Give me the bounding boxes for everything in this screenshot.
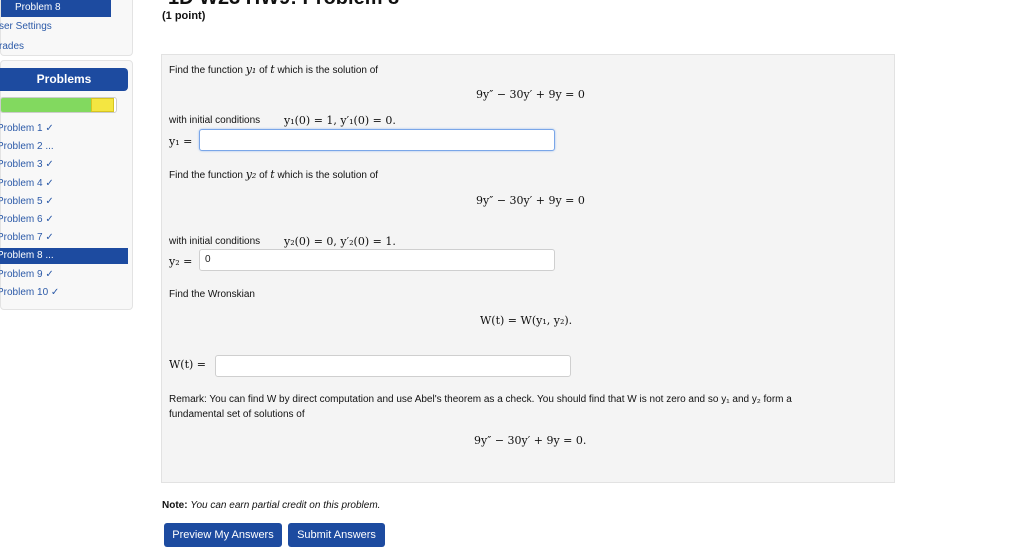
wronskian-prompt: Find the Wronskian [169,289,255,300]
sidebar-top-panel: Problem 8 ser Settings rades [0,0,133,56]
problem-list-item[interactable]: Problem 4 ✓ [0,176,128,192]
wronskian-equation: W(t) = W(y₁, y₂). [480,314,573,327]
remark-line-1: Remark: You can find W by direct computa… [169,394,792,405]
y1-input[interactable] [199,129,555,151]
problem-list-item[interactable]: Problem 7 ✓ [0,230,128,246]
remark-line-2: fundamental set of solutions of [169,409,305,420]
initial-conditions-1: y₁(0) = 1, y′₁(0) = 0. [284,114,396,127]
equation-1: 9y″ − 30y′ + 9y = 0 [476,88,585,101]
wronskian-input[interactable] [215,355,571,377]
problem-list-item[interactable]: Problem 6 ✓ [0,212,128,228]
part2-prompt: Find the function y₂ of t which is the s… [169,168,379,181]
problem-list-item[interactable]: Problem 1 ✓ [0,121,128,137]
submit-answers-button[interactable]: Submit Answers [288,523,385,547]
problem-list-item[interactable]: Problem 8 ... [0,248,128,265]
y2-input[interactable]: 0 [199,249,555,271]
problem-list-item[interactable]: Problem 2 ... [0,139,128,155]
progress-partial [90,98,114,112]
points-label: (1 point) [162,10,206,22]
problem-list-item[interactable]: Problem 3 ✓ [0,157,128,173]
partial-credit-note: Note: You can earn partial credit on thi… [162,500,381,511]
grades-link[interactable]: rades [0,41,24,52]
page-title: 1D W23 HW9: Problem 8 [168,0,399,10]
progress-bar [0,97,117,113]
equation-2: 9y″ − 30y′ + 9y = 0 [476,194,585,207]
problems-header: Problems [0,68,128,91]
part1-prompt: Find the function y₁ of t which is the s… [169,63,379,76]
current-problem-link[interactable]: Problem 8 [1,0,111,17]
w-label: W(t) = [169,358,207,371]
initial-conditions-label-1: with initial conditions [169,115,261,126]
problem-list-item[interactable]: Problem 9 ✓ [0,267,128,283]
problem-list-item[interactable]: Problem 5 ✓ [0,194,128,210]
remark-equation: 9y″ − 30y′ + 9y = 0. [474,434,587,447]
y1-label: y₁ = [169,135,193,148]
y2-label: y₂ = [169,255,193,268]
preview-answers-button[interactable]: Preview My Answers [164,523,282,547]
user-settings-link[interactable]: ser Settings [0,21,52,32]
initial-conditions-label-2: with initial conditions [169,236,261,247]
problem-list-item[interactable]: Problem 10 ✓ [0,285,128,301]
progress-correct [1,98,91,112]
initial-conditions-2: y₂(0) = 0, y′₂(0) = 1. [284,235,396,248]
